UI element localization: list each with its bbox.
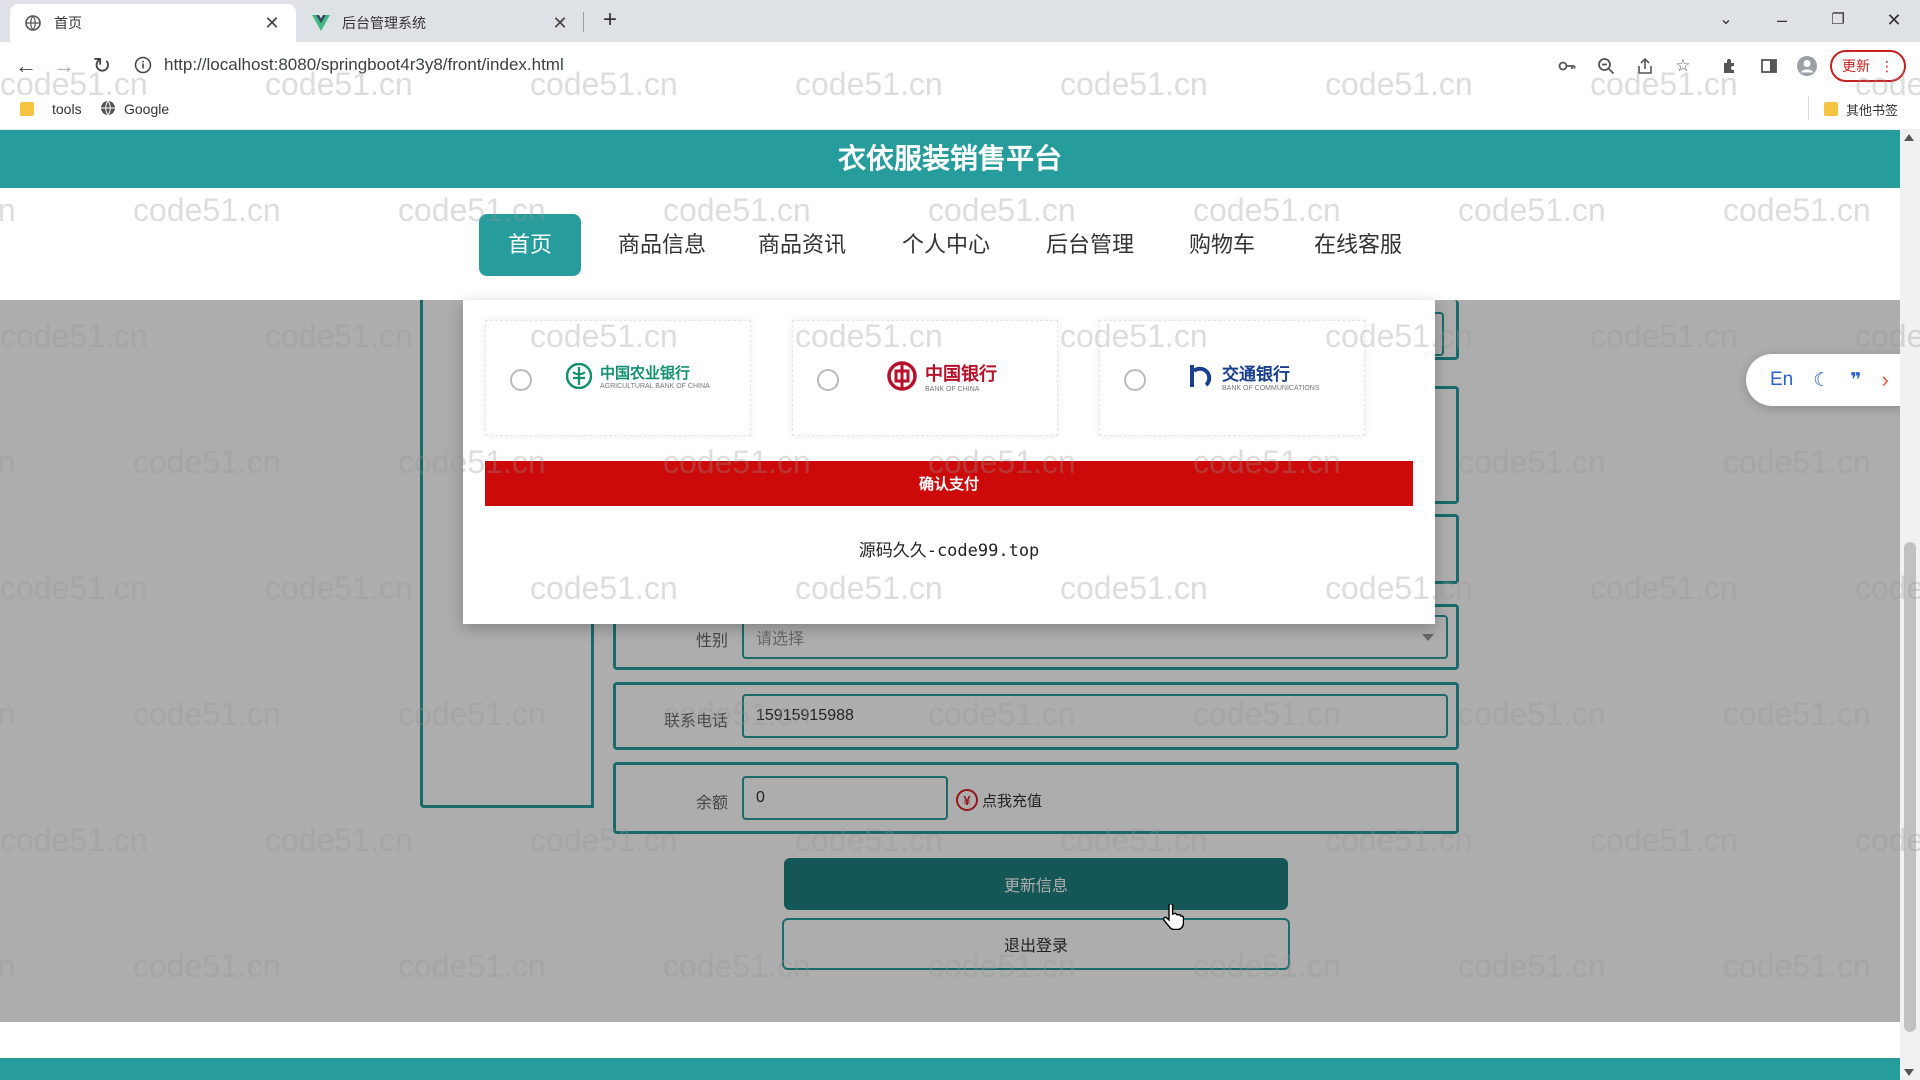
- site-info-icon[interactable]: [132, 54, 154, 76]
- confirm-payment-button[interactable]: 确认支付: [485, 461, 1413, 506]
- side-panel-icon[interactable]: [1758, 55, 1780, 77]
- page-scrollbar[interactable]: [1900, 130, 1920, 1080]
- tab-title: 后台管理系统: [342, 15, 426, 31]
- radio-button[interactable]: [1124, 369, 1146, 391]
- translate-widget[interactable]: En ☾ ❞ ›: [1746, 354, 1920, 406]
- tab-title: 首页: [54, 15, 82, 31]
- tab-separator: [583, 12, 584, 32]
- bank-name: 交通银行: [1222, 365, 1290, 385]
- bookmark-label: Google: [124, 101, 170, 117]
- main-nav: 首页 商品信息 商品资讯 个人中心 后台管理 购物车 在线客服: [0, 188, 1900, 300]
- bookmarks-bar: tools Google 其他书签: [0, 88, 1920, 130]
- boc-emblem-icon: [887, 361, 917, 391]
- page-bottom-area: [0, 1022, 1900, 1058]
- reload-button[interactable]: ↻: [88, 52, 116, 80]
- browser-tab-bar: 首页 ✕ 后台管理系统 ✕ + ⌄ – ❐ ✕: [0, 0, 1920, 42]
- zoom-icon[interactable]: [1595, 55, 1617, 77]
- other-bookmarks-label: 其他书签: [1846, 102, 1899, 118]
- share-icon[interactable]: [1634, 55, 1656, 77]
- nav-support[interactable]: 在线客服: [1306, 214, 1410, 276]
- moon-icon[interactable]: ☾: [1813, 369, 1830, 392]
- nav-profile[interactable]: 个人中心: [894, 214, 998, 276]
- payment-modal: 中国农业银行 AGRICULTURAL BANK OF CHINA 中国银行 B…: [463, 300, 1435, 624]
- bank-name: 中国农业银行: [600, 364, 691, 382]
- url-text[interactable]: http://localhost:8080/springboot4r3y8/fr…: [164, 55, 564, 75]
- abc-logo: 中国农业银行 AGRICULTURAL BANK OF CHINA: [566, 351, 710, 401]
- bank-sub: BANK OF COMMUNICATIONS: [1222, 385, 1320, 392]
- bank-sub: BANK OF CHINA: [925, 385, 980, 393]
- bank-sub: AGRICULTURAL BANK OF CHINA: [600, 383, 710, 390]
- nav-home[interactable]: 首页: [479, 214, 581, 276]
- close-tab-icon[interactable]: ✕: [262, 13, 282, 34]
- modal-footer-text: 源码久久-code99.top: [858, 541, 1040, 561]
- nav-cart[interactable]: 购物车: [1180, 214, 1264, 276]
- globe-icon: [24, 14, 42, 32]
- folder-icon: [20, 102, 34, 116]
- scroll-up-icon[interactable]: [1904, 134, 1914, 141]
- quote-icon[interactable]: ❞: [1850, 369, 1861, 392]
- key-icon[interactable]: [1556, 55, 1578, 77]
- bank-name: 中国银行: [925, 363, 997, 385]
- radio-button[interactable]: [510, 369, 532, 391]
- bookmark-google[interactable]: Google: [100, 98, 169, 120]
- scroll-down-icon[interactable]: [1904, 1069, 1914, 1076]
- bookmark-label: tools: [52, 101, 82, 117]
- profile-avatar-icon[interactable]: [1796, 55, 1818, 77]
- chevron-right-icon[interactable]: ›: [1881, 367, 1888, 393]
- bank-option-abc[interactable]: 中国农业银行 AGRICULTURAL BANK OF CHINA: [485, 320, 751, 436]
- restore-button[interactable]: ❐: [1817, 6, 1859, 34]
- nav-products[interactable]: 商品信息: [610, 214, 714, 276]
- browser-tab-home[interactable]: 首页 ✕: [10, 4, 296, 42]
- site-title: 衣依服装销售平台: [0, 130, 1900, 188]
- nav-admin[interactable]: 后台管理: [1038, 214, 1142, 276]
- site-footer: [0, 1058, 1900, 1080]
- bank-option-bocom[interactable]: 交通银行 BANK OF COMMUNICATIONS: [1099, 320, 1365, 436]
- address-bar: ← → ↻ http://localhost:8080/springboot4r…: [0, 42, 1920, 88]
- back-button[interactable]: ←: [12, 52, 40, 80]
- update-label: 更新: [1842, 58, 1870, 74]
- browser-tab-admin[interactable]: 后台管理系统 ✕: [298, 4, 584, 42]
- star-icon[interactable]: ☆: [1672, 55, 1694, 77]
- bookmark-tools[interactable]: tools: [20, 98, 82, 120]
- radio-button[interactable]: [817, 369, 839, 391]
- extensions-icon[interactable]: [1719, 55, 1741, 77]
- tab-search-icon[interactable]: ⌄: [1705, 6, 1747, 34]
- update-browser-button[interactable]: 更新 ⋮: [1830, 50, 1906, 82]
- folder-icon: [1824, 102, 1838, 116]
- language-toggle[interactable]: En: [1770, 369, 1793, 391]
- hand-cursor-icon: [1162, 903, 1185, 935]
- abc-emblem-icon: [566, 363, 592, 389]
- bocom-logo: 交通银行 BANK OF COMMUNICATIONS: [1188, 351, 1319, 401]
- forward-button[interactable]: →: [50, 52, 78, 80]
- bocom-emblem-icon: [1190, 365, 1212, 387]
- close-tab-icon[interactable]: ✕: [550, 13, 570, 34]
- scroll-thumb[interactable]: [1904, 542, 1916, 1032]
- bookmark-divider: [1808, 96, 1809, 120]
- vue-logo-icon: [312, 14, 330, 32]
- more-vertical-icon: ⋮: [1880, 57, 1894, 74]
- nav-news[interactable]: 商品资讯: [750, 214, 854, 276]
- bank-option-boc[interactable]: 中国银行 BANK OF CHINA: [792, 320, 1058, 436]
- boc-logo: 中国银行 BANK OF CHINA: [887, 351, 997, 401]
- other-bookmarks[interactable]: 其他书签: [1824, 98, 1898, 120]
- globe-icon: [100, 100, 116, 119]
- close-window-button[interactable]: ✕: [1873, 6, 1915, 34]
- minimize-button[interactable]: –: [1761, 6, 1803, 34]
- new-tab-button[interactable]: +: [596, 6, 624, 34]
